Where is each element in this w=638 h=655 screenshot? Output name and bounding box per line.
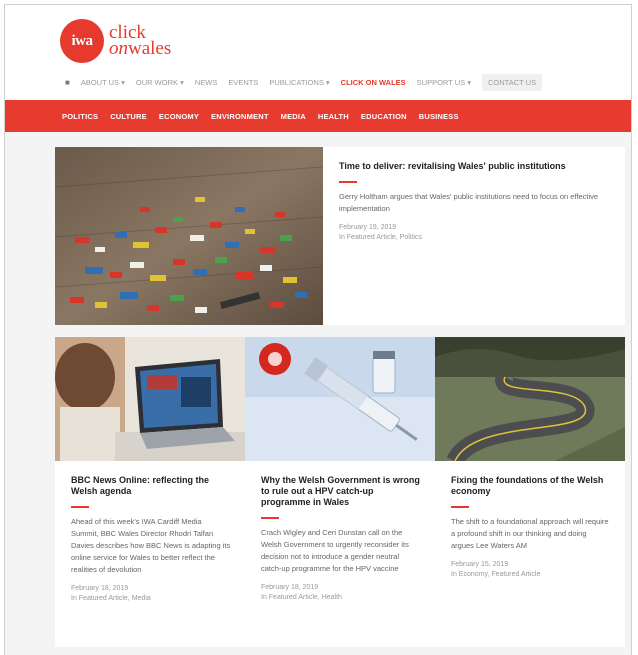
- article-card-category[interactable]: In Featured Article, Media: [71, 594, 231, 604]
- title-accent-divider: [339, 181, 357, 183]
- article-card[interactable]: Why the Welsh Government is wrong to rul…: [245, 337, 435, 647]
- nav-item-contact-us[interactable]: CONTACT US: [482, 74, 543, 91]
- article-card-category[interactable]: In Economy, Featured Article: [451, 570, 611, 580]
- article-card-date: February 15, 2019: [451, 561, 509, 568]
- page-frame: iwa click onwales ■ ABOUT US ▾ OUR WORK …: [4, 4, 632, 655]
- category-economy[interactable]: ECONOMY: [159, 112, 199, 121]
- featured-article-excerpt: Gerry Holtham argues that Wales' public …: [339, 192, 599, 213]
- featured-article-body: Time to deliver: revitalising Wales' pub…: [323, 147, 625, 325]
- article-card-excerpt: Crach Wigley and Ceri Dunstan call on th…: [261, 528, 409, 573]
- featured-article-title[interactable]: Time to deliver: revitalising Wales' pub…: [339, 161, 613, 172]
- article-card[interactable]: Fixing the foundations of the Welsh econ…: [435, 337, 625, 647]
- featured-article-date: February 19, 2019: [339, 224, 397, 231]
- nav-item-our-work[interactable]: OUR WORK ▾: [136, 78, 184, 87]
- logo-line2-text: wales: [128, 38, 172, 59]
- logo-mark: iwa: [60, 19, 104, 63]
- article-card-date: February 18, 2019: [71, 585, 129, 592]
- nav-item-news[interactable]: NEWS: [195, 78, 218, 87]
- article-card-date: February 18, 2019: [261, 584, 319, 591]
- article-image-laptop[interactable]: [55, 337, 245, 461]
- category-business[interactable]: BUSINESS: [419, 112, 459, 121]
- article-card-body: Fixing the foundations of the Welsh econ…: [435, 461, 625, 580]
- article-card-title[interactable]: BBC News Online: reflecting the Welsh ag…: [71, 475, 231, 497]
- article-card-body: BBC News Online: reflecting the Welsh ag…: [55, 461, 245, 604]
- article-card-excerpt: Ahead of this week's IWA Cardiff Media S…: [71, 517, 231, 574]
- logo-line2: onwales: [109, 38, 172, 59]
- title-accent-divider: [451, 506, 469, 508]
- nav-item-events[interactable]: EVENTS: [228, 78, 258, 87]
- nav-item-about-us[interactable]: ABOUT US ▾: [81, 78, 125, 87]
- home-icon[interactable]: ■: [65, 78, 70, 87]
- logo-text: click onwales: [109, 23, 172, 59]
- featured-article[interactable]: Time to deliver: revitalising Wales' pub…: [55, 147, 625, 325]
- site-logo[interactable]: iwa click onwales: [60, 19, 171, 63]
- article-card-title[interactable]: Why the Welsh Government is wrong to rul…: [261, 475, 421, 508]
- category-politics[interactable]: POLITICS: [62, 112, 98, 121]
- category-environment[interactable]: ENVIRONMENT: [211, 112, 269, 121]
- category-media[interactable]: MEDIA: [281, 112, 306, 121]
- category-bar: POLITICS CULTURE ECONOMY ENVIRONMENT MED…: [5, 100, 631, 132]
- article-card-body: Why the Welsh Government is wrong to rul…: [245, 461, 435, 603]
- article-image-winding-road[interactable]: [435, 337, 625, 461]
- nav-item-publications[interactable]: PUBLICATIONS ▾: [269, 78, 329, 87]
- nav-item-support-us[interactable]: SUPPORT US ▾: [417, 78, 471, 87]
- article-image-vaccine[interactable]: [245, 337, 435, 461]
- top-navigation: ■ ABOUT US ▾ OUR WORK ▾ NEWS EVENTS PUBL…: [65, 74, 543, 91]
- category-education[interactable]: EDUCATION: [361, 112, 407, 121]
- category-health[interactable]: HEALTH: [318, 112, 349, 121]
- nav-item-click-on-wales[interactable]: CLICK ON WALES: [341, 78, 406, 87]
- article-card-title[interactable]: Fixing the foundations of the Welsh econ…: [451, 475, 611, 497]
- article-card[interactable]: BBC News Online: reflecting the Welsh ag…: [55, 337, 245, 647]
- featured-image-lego-bricks[interactable]: [55, 147, 323, 325]
- title-accent-divider: [71, 506, 89, 508]
- article-card-excerpt: The shift to a foundational approach wil…: [451, 517, 609, 550]
- logo-line2-italic: on: [109, 38, 128, 59]
- category-culture[interactable]: CULTURE: [110, 112, 147, 121]
- article-card-category[interactable]: In Featured Article, Health: [261, 593, 421, 603]
- featured-article-category[interactable]: In Featured Article, Politics: [339, 233, 613, 243]
- title-accent-divider: [261, 517, 279, 519]
- article-card-row: BBC News Online: reflecting the Welsh ag…: [55, 337, 625, 647]
